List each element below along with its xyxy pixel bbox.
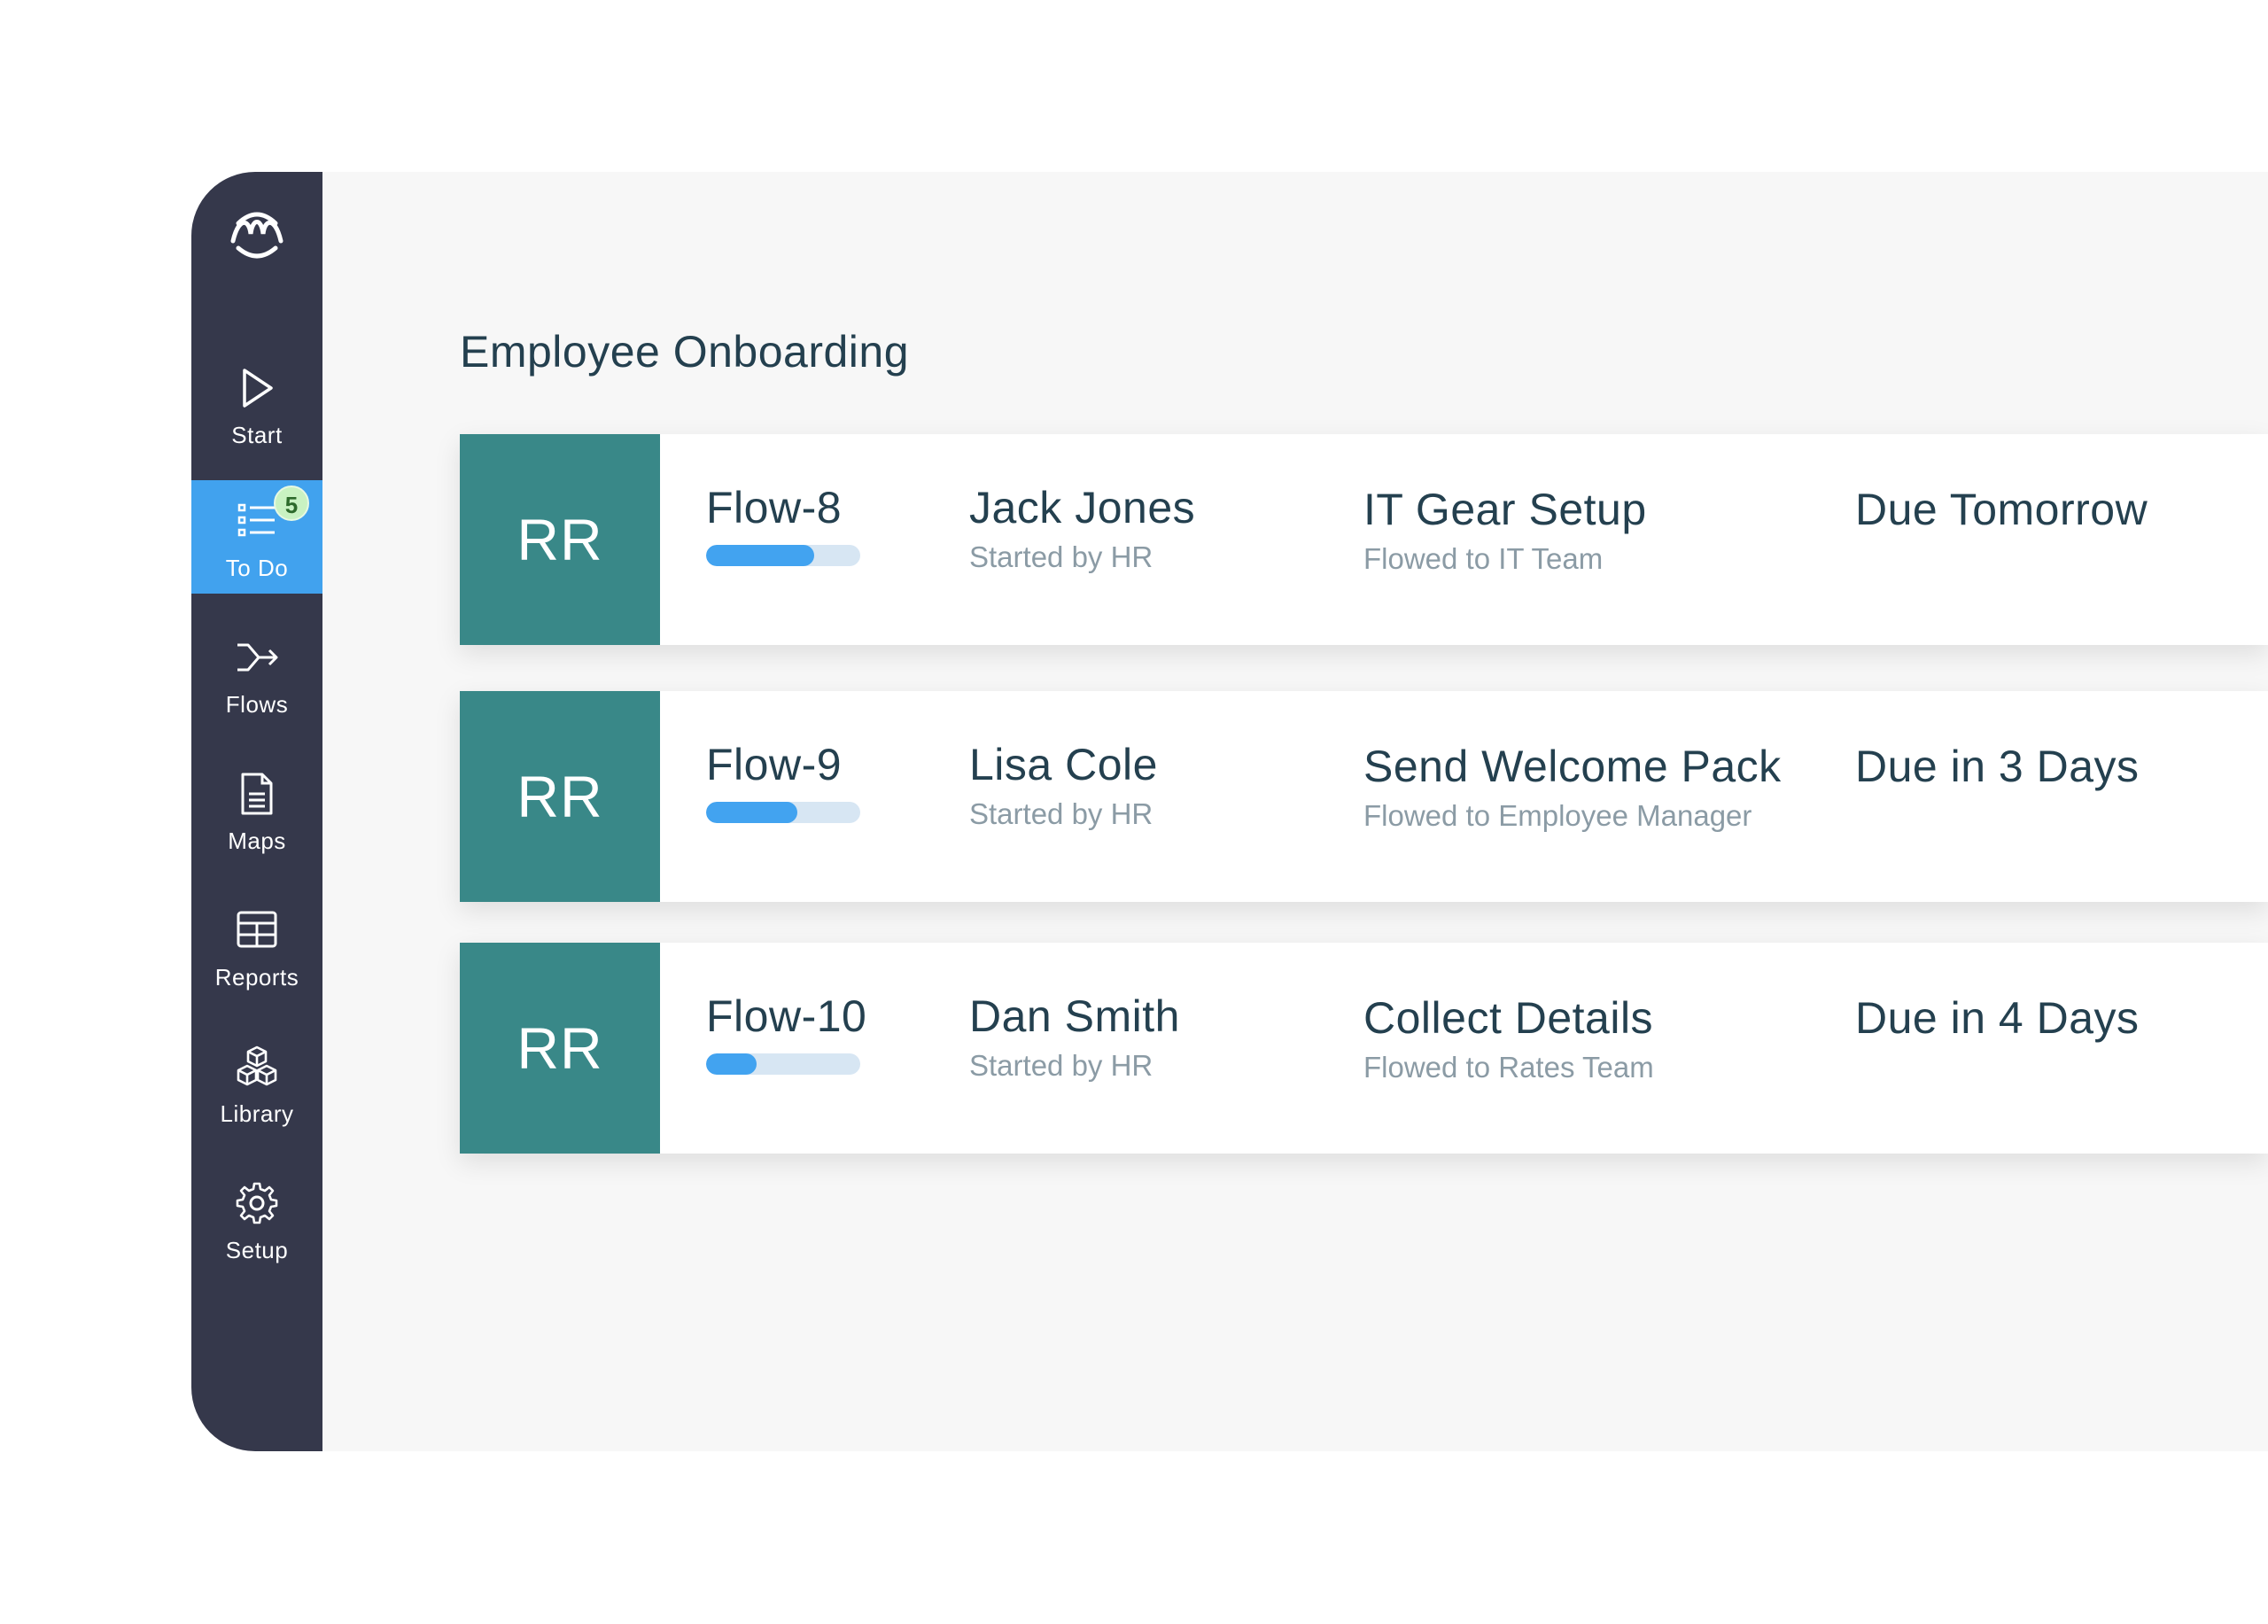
task-name[interactable]: IT Gear Setup — [1363, 484, 1647, 535]
nav-label-library: Library — [220, 1100, 294, 1127]
due-label: Due in 4 Days — [1855, 993, 2140, 1043]
task-name[interactable]: Collect Details — [1363, 992, 1653, 1044]
flow-id[interactable]: Flow-9 — [706, 739, 842, 790]
play-icon — [243, 369, 273, 408]
flow-id[interactable]: Flow-8 — [706, 482, 842, 533]
flow-id[interactable]: Flow-10 — [706, 991, 866, 1042]
progress-bar — [706, 802, 860, 823]
flowed-to-text: Flowed to Rates Team — [1363, 1051, 1654, 1084]
table-icon — [237, 911, 277, 948]
nav-item-todo[interactable]: 5 To Do — [191, 480, 322, 594]
nav-label-flows: Flows — [225, 691, 289, 718]
main-content: Employee Onboarding RR Flow-8 Jack Jones… — [322, 172, 2268, 1451]
gear-icon — [236, 1182, 278, 1224]
task-name[interactable]: Send Welcome Pack — [1363, 741, 1782, 792]
page-title: Employee Onboarding — [460, 327, 910, 377]
person-name: Dan Smith — [969, 991, 1180, 1041]
progress-fill — [706, 1053, 757, 1075]
document-icon — [241, 773, 273, 815]
nav-item-setup[interactable]: Setup — [191, 1162, 322, 1276]
started-by-text: Started by HR — [969, 1049, 1153, 1082]
flow-card[interactable]: RR Flow-9 Lisa Cole Started by HR Send W… — [460, 691, 2268, 902]
started-by-text: Started by HR — [969, 797, 1153, 830]
progress-bar — [706, 545, 860, 566]
flow-arrow-icon — [237, 643, 278, 672]
avatar: RR — [460, 691, 660, 902]
flow-card[interactable]: RR Flow-10 Dan Smith Started by HR Colle… — [460, 943, 2268, 1154]
person-name: Jack Jones — [969, 483, 1196, 532]
todo-count-badge: 5 — [274, 486, 309, 521]
progress-fill — [706, 545, 814, 566]
checklist-icon — [237, 503, 275, 537]
nav-item-flows[interactable]: Flows — [191, 617, 322, 730]
wave-logo[interactable] — [226, 204, 288, 266]
flowed-to-text: Flowed to Employee Manager — [1363, 799, 1752, 832]
due-label: Due Tomorrow — [1855, 485, 2148, 534]
flow-card[interactable]: RR Flow-8 Jack Jones Started by HR IT Ge… — [460, 434, 2268, 645]
avatar: RR — [460, 943, 660, 1154]
avatar: RR — [460, 434, 660, 645]
nav-label-start: Start — [231, 422, 283, 448]
nav-label-todo: To Do — [225, 555, 289, 581]
boxes-icon — [237, 1045, 277, 1086]
person-name: Lisa Cole — [969, 740, 1158, 789]
started-by-text: Started by HR — [969, 540, 1153, 573]
nav-label-reports: Reports — [214, 964, 299, 991]
sidebar: Start 5 To Do Flows Maps Reports Library… — [191, 172, 322, 1451]
nav-item-maps[interactable]: Maps — [191, 753, 322, 866]
flowed-to-text: Flowed to IT Team — [1363, 542, 1604, 575]
app-window: Start 5 To Do Flows Maps Reports Library… — [191, 172, 2268, 1451]
due-label: Due in 3 Days — [1855, 742, 2140, 791]
nav-label-setup: Setup — [225, 1237, 289, 1263]
progress-fill — [706, 802, 797, 823]
nav-item-start[interactable]: Start — [191, 347, 322, 461]
nav-item-library[interactable]: Library — [191, 1026, 322, 1139]
nav-item-reports[interactable]: Reports — [191, 890, 322, 1003]
nav-label-maps: Maps — [228, 828, 286, 854]
progress-bar — [706, 1053, 860, 1075]
